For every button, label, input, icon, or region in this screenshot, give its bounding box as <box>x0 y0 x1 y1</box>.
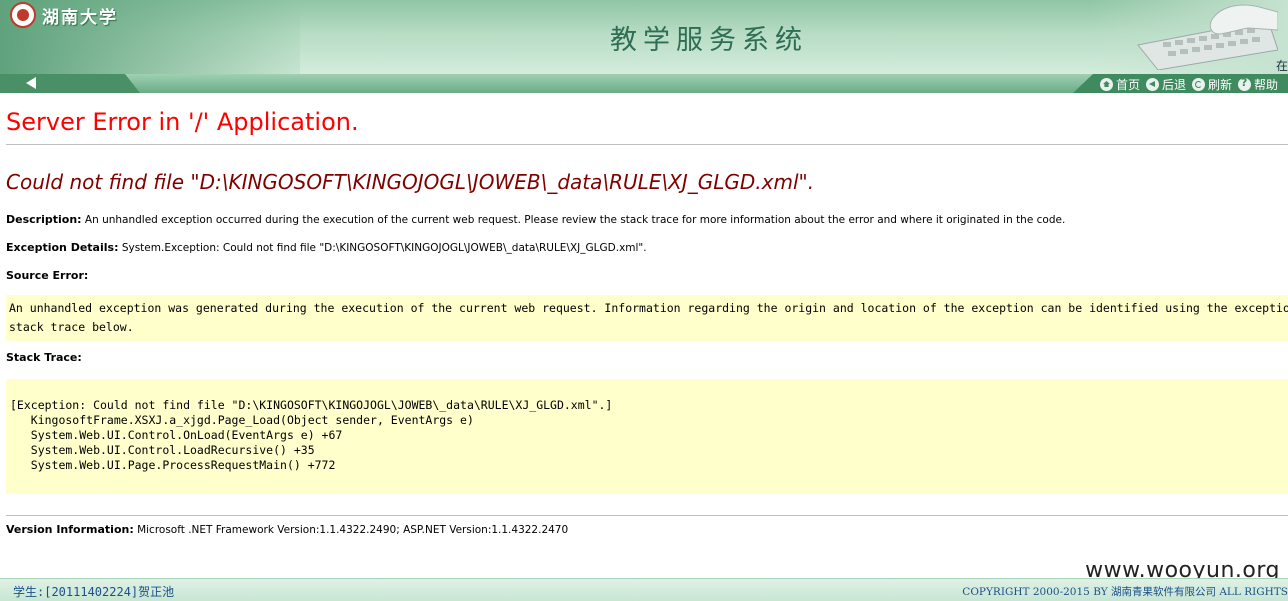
source-error-label: Source Error: <box>6 269 89 282</box>
source-error-line: Source Error: <box>6 269 88 282</box>
source-error-text: An unhandled exception was generated dur… <box>9 301 1288 334</box>
title-divider <box>6 144 1288 145</box>
description-line: Description: An unhandled exception occu… <box>6 213 1065 226</box>
nav-refresh-link[interactable]: 刷新 <box>1192 76 1232 93</box>
exception-details-label: Exception Details: <box>6 241 119 254</box>
description-text: An unhandled exception occurred during t… <box>84 214 1066 226</box>
nav-home-link[interactable]: 首页 <box>1100 76 1140 93</box>
nav-back-label: 后退 <box>1162 78 1187 92</box>
student-info: 学生:[20111402224]贺正池 <box>13 585 175 599</box>
nav-links: 首页 后退 刷新 帮助 <box>1100 76 1278 93</box>
system-title: 教学服务系统 <box>610 25 808 56</box>
version-info-label: Version Information: <box>6 523 134 536</box>
version-info-text: Microsoft .NET Framework Version:1.1.432… <box>137 524 569 536</box>
error-message: Could not find file "D:\KINGOSOFT\KINGOJ… <box>6 170 815 194</box>
stack-trace-box: [Exception: Could not find file "D:\KING… <box>6 379 1288 494</box>
nav-tab-left[interactable] <box>0 74 140 93</box>
university-seal-icon <box>10 2 36 28</box>
university-name: 湖南大学 <box>42 7 118 28</box>
keyboard-hand-icon <box>1137 4 1278 70</box>
version-info-line: Version Information: Microsoft .NET Fram… <box>6 523 568 536</box>
nav-refresh-label: 刷新 <box>1208 78 1233 92</box>
stack-trace-line: Stack Trace: <box>6 351 82 364</box>
exception-details-text: System.Exception: Could not find file "D… <box>121 242 647 254</box>
error-page-title: Server Error in '/' Application. <box>6 108 359 136</box>
university-logo[interactable]: 湖南大学 <box>10 2 118 28</box>
exception-details-line: Exception Details: System.Exception: Cou… <box>6 241 647 254</box>
back-icon <box>1146 78 1160 91</box>
source-error-box: An unhandled exception was generated dur… <box>6 295 1288 341</box>
login-status-text: 在 <box>1275 59 1288 73</box>
help-icon <box>1238 76 1252 91</box>
stack-trace-label: Stack Trace: <box>6 351 82 364</box>
version-divider <box>6 515 1288 516</box>
description-label: Description: <box>6 213 82 226</box>
app-footer: 学生:[20111402224]贺正池 COPYRIGHT 2000-2015 … <box>0 578 1288 601</box>
navigation-bar: 首页 后退 刷新 帮助 <box>0 74 1288 93</box>
home-icon <box>1100 78 1113 91</box>
nav-home-label: 首页 <box>1116 78 1141 92</box>
refresh-icon <box>1192 78 1206 91</box>
copyright-text: COPYRIGHT 2000-2015 BY 湖南青果软件有限公司 ALL RI… <box>962 586 1288 598</box>
nav-help-label: 帮助 <box>1254 78 1279 92</box>
collapse-arrow-icon[interactable] <box>26 77 36 89</box>
nav-help-link[interactable]: 帮助 <box>1238 76 1278 93</box>
stack-trace-text: [Exception: Could not find file "D:\KING… <box>10 398 613 472</box>
app-header: 湖南大学 教学服务系统 在 <box>0 0 1288 74</box>
nav-back-link[interactable]: 后退 <box>1146 76 1186 93</box>
